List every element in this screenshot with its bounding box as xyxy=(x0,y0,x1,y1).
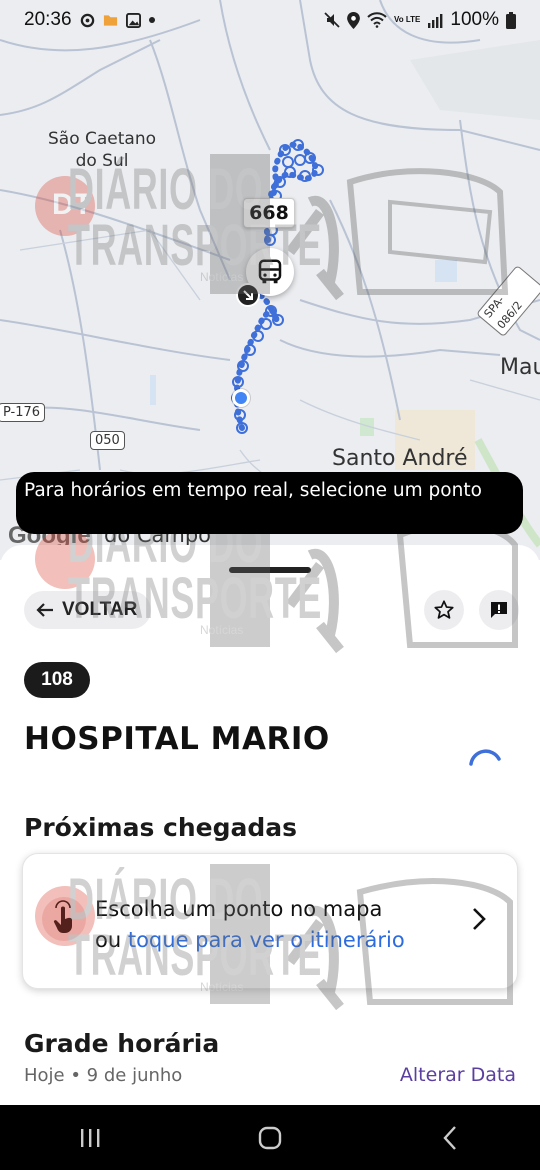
status-bar: 20:36 Vo LTE 100% xyxy=(0,0,540,40)
direction-arrow-icon xyxy=(243,290,253,300)
system-nav-bar xyxy=(0,1105,540,1170)
notification-gallery-icon xyxy=(125,12,141,28)
home-button[interactable] xyxy=(240,1113,300,1163)
map-label-santo-andre: Santo André xyxy=(332,446,468,471)
card-text: Escolha um ponto no mapa ou toque para v… xyxy=(95,894,405,956)
direction-marker xyxy=(236,283,260,307)
status-time: 20:36 xyxy=(24,9,72,30)
feedback-button[interactable] xyxy=(479,590,519,630)
line-code-badge: 108 xyxy=(24,662,90,698)
map-label-sao-caetano: São Caetano do Sul xyxy=(48,129,157,171)
volte-label: Vo LTE xyxy=(394,15,421,24)
home-icon xyxy=(258,1126,282,1149)
recent-apps-button[interactable] xyxy=(60,1113,120,1163)
road-shield-050: 050 xyxy=(90,431,125,450)
signal-icon xyxy=(427,13,443,28)
line-name: HOSPITAL MARIO xyxy=(24,721,330,757)
bus-icon xyxy=(258,259,282,284)
back-button[interactable]: VOLTAR xyxy=(24,591,152,629)
schedule-title: Grade horária xyxy=(24,1029,220,1058)
battery-percent: 100% xyxy=(450,9,499,30)
realtime-toast: Para horários em tempo real, selecione u… xyxy=(16,472,523,534)
card-line-1: Escolha um ponto no mapa xyxy=(95,897,383,921)
view-itinerary-link[interactable]: toque para ver o itinerário xyxy=(128,928,405,952)
card-line-2-prefix: ou xyxy=(95,928,128,952)
change-date-button[interactable]: Alterar Data xyxy=(400,1064,516,1086)
more-notifications-dot-icon xyxy=(148,17,155,23)
map-label-maua: Mau xyxy=(500,355,540,380)
back-chevron-icon xyxy=(443,1125,456,1150)
sheet-drag-handle[interactable] xyxy=(229,567,311,573)
location-icon xyxy=(347,11,360,29)
back-button-label: VOLTAR xyxy=(62,599,138,620)
favorite-button[interactable] xyxy=(424,590,464,630)
wifi-icon xyxy=(367,12,387,28)
loading-spinner-icon xyxy=(469,749,501,766)
card-line-2: ou toque para ver o itinerário xyxy=(95,925,405,956)
road-shield-sp176: P-176 xyxy=(0,403,46,422)
next-arrivals-title: Próximas chegadas xyxy=(24,813,298,842)
chevron-right-icon xyxy=(473,908,486,930)
star-icon xyxy=(434,600,454,619)
tap-hand-icon xyxy=(42,897,86,941)
choose-stop-card[interactable]: Escolha um ponto no mapa ou toque para v… xyxy=(22,853,518,989)
battery-icon xyxy=(506,11,516,29)
notification-folder-icon xyxy=(103,13,118,27)
back-nav-button[interactable] xyxy=(420,1113,480,1163)
recent-apps-icon xyxy=(81,1128,100,1147)
arrow-left-icon xyxy=(36,603,53,617)
feedback-icon xyxy=(491,602,507,618)
route-number-label[interactable]: 668 xyxy=(243,198,295,228)
notification-app-icon xyxy=(80,13,95,28)
mute-icon xyxy=(324,12,340,28)
schedule-date: Hoje • 9 de junho xyxy=(24,1065,183,1086)
user-location-dot xyxy=(232,389,250,407)
line-bottom-sheet: VOLTAR 108 HOSPITAL MARIO Próximas chega… xyxy=(0,545,540,1105)
